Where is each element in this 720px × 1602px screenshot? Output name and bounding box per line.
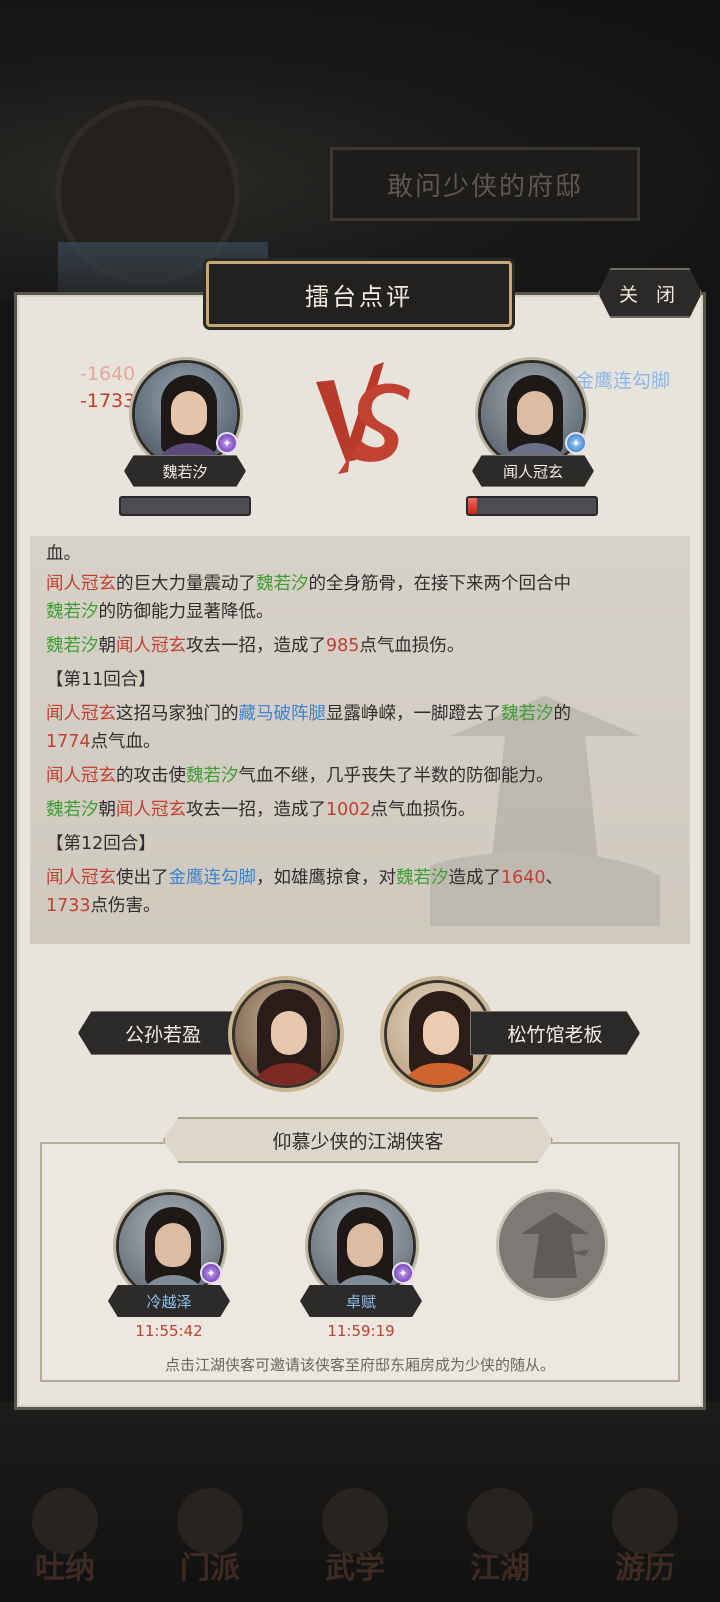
residence-banner: 敢问少侠的府邸 bbox=[330, 147, 640, 221]
left-fighter-name: 魏若汐 bbox=[124, 455, 246, 487]
battle-log[interactable]: 血。 闻人冠玄的巨大力量震动了魏若汐的全身筋骨，在接下来两个回合中 魏若汐的防御能… bbox=[30, 536, 690, 944]
guest-left-name[interactable]: 公孙若盈 bbox=[78, 1011, 248, 1055]
rank-badge-icon: ✦ bbox=[392, 1262, 414, 1284]
residence-banner-text: 敢问少侠的府邸 bbox=[386, 171, 583, 202]
followers-title: 仰慕少侠的江湖侠客 bbox=[163, 1117, 553, 1163]
log-line: 闻人冠玄的攻击使魏若汐气血不继，几乎丧失了半数的防御能力。 bbox=[46, 766, 554, 786]
nav-wuxue[interactable]: 武学 bbox=[310, 1488, 400, 1593]
round-header: 【第12回合】 bbox=[46, 834, 156, 854]
log-line: 闻人冠玄使出了金鹰连勾脚，如雄鹰掠食，对魏若汐造成了1640、 1733点伤害。 bbox=[46, 868, 564, 916]
rank-badge-icon: ✦ bbox=[216, 432, 238, 454]
log-line: 闻人冠玄这招马家独门的藏马破阵腿显露峥嵘，一脚蹬去了魏若汐的 1774点气血。 bbox=[46, 704, 571, 752]
empty-follower-slot[interactable] bbox=[496, 1189, 608, 1301]
round-header: 【第11回合】 bbox=[46, 670, 156, 690]
left-fighter-hp-bar bbox=[119, 496, 251, 516]
follower-portrait[interactable] bbox=[308, 1192, 416, 1300]
log-line: 魏若汐朝闻人冠玄攻去一招，造成了985点气血损伤。 bbox=[46, 636, 465, 656]
guest-left-portrait[interactable] bbox=[232, 980, 340, 1088]
skill-popup: 金鹰连勾脚 bbox=[575, 370, 671, 392]
right-fighter-name: 闻人冠玄 bbox=[472, 455, 594, 487]
follower-portrait[interactable] bbox=[116, 1192, 224, 1300]
rank-badge-icon: ✦ bbox=[565, 432, 587, 454]
follower-name[interactable]: 卓赋 bbox=[300, 1285, 422, 1317]
damage-popup-2: -1733 bbox=[80, 390, 136, 412]
log-line: 血。 bbox=[46, 544, 81, 564]
right-fighter-hp-bar bbox=[466, 496, 598, 516]
close-button[interactable]: 关 闭 bbox=[598, 268, 702, 318]
vs-emblem bbox=[316, 362, 410, 474]
follower-timer: 11:55:42 bbox=[135, 1322, 203, 1340]
follower-timer: 11:59:19 bbox=[327, 1322, 395, 1340]
rank-badge-icon: ✦ bbox=[200, 1262, 222, 1284]
followers-hint: 点击江湖侠客可邀请该侠客至府邸东厢房成为少侠的随从。 bbox=[164, 1356, 555, 1374]
log-line: 魏若汐朝闻人冠玄攻去一招，造成了1002点气血损伤。 bbox=[46, 800, 476, 820]
follower-name[interactable]: 冷越泽 bbox=[108, 1285, 230, 1317]
nav-jianghu[interactable]: 江湖 bbox=[455, 1488, 545, 1593]
dialog-title: 擂台点评 bbox=[206, 261, 512, 327]
nav-tuna[interactable]: 吐纳 bbox=[20, 1488, 110, 1593]
guest-right-name[interactable]: 松竹馆老板 bbox=[470, 1011, 640, 1055]
damage-popup-1: -1640 bbox=[80, 363, 136, 385]
log-line: 闻人冠玄的巨大力量震动了魏若汐的全身筋骨，在接下来两个回合中 魏若汐的防御能力显著… bbox=[46, 574, 571, 622]
right-fighter-hp-fill bbox=[468, 498, 477, 514]
nav-youli[interactable]: 游历 bbox=[600, 1488, 690, 1593]
nav-menpai[interactable]: 门派 bbox=[165, 1488, 255, 1593]
